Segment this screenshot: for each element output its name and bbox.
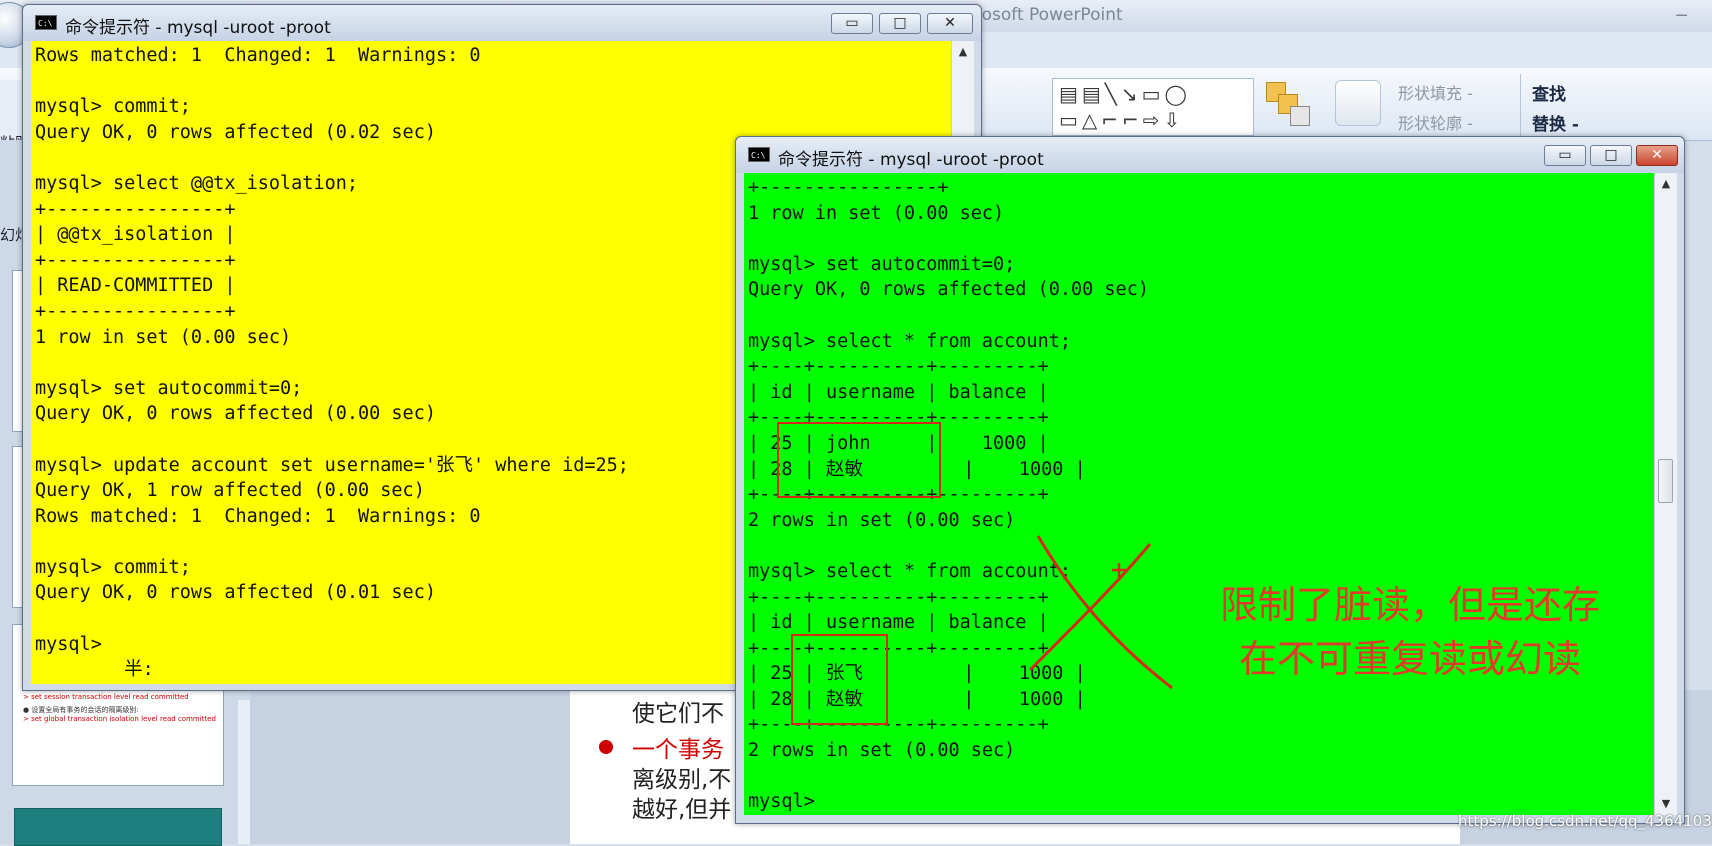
console-line: mysql> set autocommit=0; bbox=[35, 377, 303, 399]
close-button[interactable]: ✕ bbox=[927, 13, 973, 34]
scroll-up-icon[interactable]: ▲ bbox=[1655, 173, 1677, 195]
watermark: https://blog.csdn.net/qq_43641035 bbox=[1458, 812, 1712, 830]
maximize-button[interactable]: □ bbox=[879, 13, 921, 34]
console-line: +----------------+ bbox=[35, 249, 236, 271]
minimize-button[interactable]: ▭ bbox=[831, 13, 873, 34]
console-title: 命令提示符 - mysql -uroot -proot bbox=[65, 18, 331, 38]
console-line: +----------------+ bbox=[748, 177, 949, 198]
arrange-button[interactable] bbox=[1262, 78, 1312, 128]
console-line: Query OK, 0 rows affected (0.00 sec) bbox=[35, 403, 436, 425]
thumbnail-text: > set session transaction level read com… bbox=[23, 693, 189, 701]
console-line: 1 row in set (0.00 sec) bbox=[748, 202, 1005, 224]
console-line: Query OK, 0 rows affected (0.00 sec) bbox=[748, 279, 1149, 301]
console-line: 2 rows in set (0.00 sec) bbox=[748, 740, 1016, 762]
find-button[interactable]: 查找 bbox=[1532, 80, 1566, 105]
console-title: 命令提示符 - mysql -uroot -proot bbox=[778, 150, 1044, 170]
console-line: 1 row in set (0.00 sec) bbox=[35, 326, 292, 348]
close-button[interactable]: ✕ bbox=[1636, 145, 1678, 166]
console-line: Query OK, 0 rows affected (0.02 sec) bbox=[35, 121, 436, 143]
scroll-thumb[interactable] bbox=[1658, 459, 1673, 503]
console-line: Query OK, 0 rows affected (0.01 sec) bbox=[35, 582, 436, 604]
console-line: mysql> commit; bbox=[35, 96, 191, 118]
console-line: mysql> select @@tx_isolation; bbox=[35, 172, 359, 194]
console-line: | READ-COMMITTED | bbox=[35, 275, 236, 297]
console-prompt[interactable]: mysql> bbox=[35, 634, 102, 655]
highlight-box-before bbox=[777, 422, 941, 498]
console-line: | id | username | balance | bbox=[748, 381, 1049, 403]
shapes-gallery[interactable]: ▤▤╲↘▭◯ ▭△⌐⌐⇨⇩ bbox=[1052, 78, 1254, 136]
powerpoint-minimize-icon[interactable]: ‒ bbox=[1675, 2, 1688, 26]
highlight-box-after bbox=[791, 634, 888, 725]
thumbnail-text: > set global transaction isolation level… bbox=[23, 715, 216, 723]
console-titlebar[interactable]: C:\ 命令提示符 - mysql -uroot -proot ▭ □ ✕ bbox=[23, 5, 981, 41]
console-line: +----+----------+---------+ bbox=[748, 586, 1049, 608]
ribbon-separator bbox=[1520, 74, 1521, 136]
slide-text: 使它们不 bbox=[632, 701, 724, 727]
console-line: mysql> select * from account; bbox=[748, 560, 1072, 582]
console-icon: C:\ bbox=[748, 147, 770, 162]
console-line: Query OK, 1 row affected (0.00 sec) bbox=[35, 480, 425, 502]
console-line: | id | username | balance | bbox=[748, 612, 1049, 634]
arrange-icon-part bbox=[1290, 106, 1310, 126]
annotation-line: 限制了脏读，但是还存 bbox=[1219, 583, 1600, 627]
scroll-up-icon[interactable]: ▲ bbox=[952, 41, 974, 63]
console-scrollbar[interactable]: ▲ ▼ bbox=[1654, 173, 1677, 815]
slide-text: 离级别,不 bbox=[632, 767, 732, 793]
ribbon-clipboard-group bbox=[0, 80, 23, 140]
console-line: mysql> commit; bbox=[35, 556, 191, 578]
thumbnail-scrollbar[interactable] bbox=[238, 700, 250, 844]
slide-thumbnail[interactable] bbox=[14, 808, 222, 846]
console-line: 2 rows in set (0.00 sec) bbox=[748, 509, 1016, 531]
annotation-note: 限制了脏读，但是还存 在不可重复读或幻读 bbox=[1170, 578, 1650, 686]
maximize-button[interactable]: □ bbox=[1590, 145, 1632, 166]
thumbnail-text: ● 设置全局有事务的会话的隔离级别: bbox=[23, 706, 139, 714]
console-line: +----------------+ bbox=[35, 300, 236, 322]
console-line: | @@tx_isolation | bbox=[35, 224, 236, 246]
minimize-button[interactable]: ▭ bbox=[1544, 145, 1586, 166]
quick-styles-button[interactable] bbox=[1335, 80, 1381, 126]
slide-text: 一个事务 bbox=[632, 737, 724, 763]
slide-text: 越好,但并 bbox=[632, 797, 732, 823]
annotation-line: 在不可重复读或幻读 bbox=[1238, 637, 1581, 681]
powerpoint-title: rosoft PowerPoint bbox=[975, 5, 1123, 25]
console-line: mysql> select * from account; bbox=[748, 330, 1072, 352]
ime-candidate-text: 半: bbox=[35, 659, 154, 681]
replace-button[interactable]: 替换 - bbox=[1532, 110, 1579, 135]
shapes-gallery-icons: ▤▤╲↘▭◯ ▭△⌐⌐⇨⇩ bbox=[1059, 82, 1191, 132]
shape-fill-button[interactable]: 形状填充 - bbox=[1398, 80, 1473, 104]
bullet-icon bbox=[599, 740, 613, 754]
console-line: Rows matched: 1 Changed: 1 Warnings: 0 bbox=[35, 45, 481, 66]
console-line: +----------------+ bbox=[35, 198, 236, 220]
console-line: mysql> update account set username='张飞' … bbox=[35, 454, 629, 476]
console-prompt[interactable]: mysql> bbox=[748, 791, 815, 812]
shape-outline-button[interactable]: 形状轮廓 - bbox=[1398, 110, 1473, 134]
console-icon: C:\ bbox=[35, 15, 57, 30]
console-line: mysql> set autocommit=0; bbox=[748, 253, 1016, 275]
console-line: Rows matched: 1 Changed: 1 Warnings: 0 bbox=[35, 505, 481, 527]
console-line: +----+----------+---------+ bbox=[748, 356, 1049, 378]
console-titlebar[interactable]: C:\ 命令提示符 - mysql -uroot -proot ▭ □ ✕ bbox=[736, 137, 1684, 173]
